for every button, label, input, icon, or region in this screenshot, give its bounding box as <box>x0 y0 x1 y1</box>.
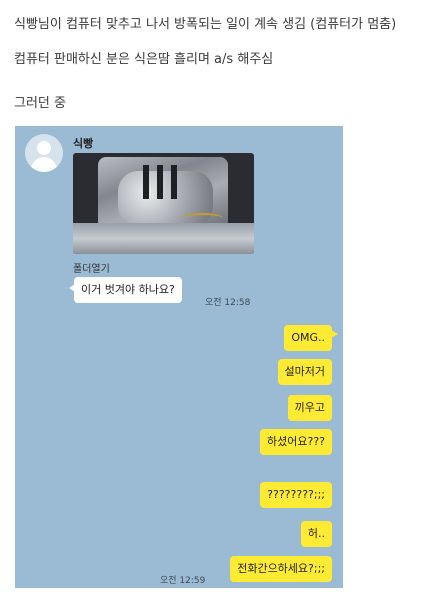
outgoing-message[interactable]: 하셨어요??? <box>260 429 332 455</box>
avatar-body <box>31 157 57 172</box>
incoming-timestamp: 오전 12:58 <box>205 298 251 308</box>
photo-attachment[interactable] <box>73 153 254 254</box>
outgoing-message[interactable]: 허.. <box>300 521 332 547</box>
photo-slot <box>157 165 163 199</box>
open-folder-link[interactable]: 폴더열기 <box>73 260 110 275</box>
outgoing-message[interactable]: 전화간으하세요?;;; <box>230 556 332 582</box>
photo-wire <box>183 213 223 223</box>
avatar[interactable] <box>25 134 63 172</box>
avatar-head <box>37 141 51 155</box>
caption-line-2: 컴퓨터 판매하신 분은 식은땀 흘리며 a/s 해주심 <box>14 52 274 67</box>
outgoing-message[interactable]: ????????;;; <box>260 482 332 508</box>
outgoing-timestamp: 오전 12:59 <box>160 576 206 586</box>
photo-bubble-wrap <box>73 223 254 254</box>
outgoing-message[interactable]: OMG.. <box>284 325 338 351</box>
photo-slot <box>143 165 149 199</box>
photo-slot <box>171 165 177 199</box>
incoming-message[interactable]: 이거 벗겨야 하나요? <box>69 277 182 303</box>
chat-screenshot: 식빵 폴더열기 이거 벗겨야 하나요? 오전 12:58 OMG.. 설마저거 … <box>15 126 343 588</box>
caption-line-3: 그러던 중 <box>14 96 66 111</box>
outgoing-message[interactable]: 끼우고 <box>287 395 332 421</box>
sender-name: 식빵 <box>73 137 94 150</box>
caption-line-1: 식빵님이 컴퓨터 맞추고 나서 방폭되는 일이 계속 생김 (컴퓨터가 멈춤) <box>14 17 397 32</box>
outgoing-message[interactable]: 설마저거 <box>277 359 332 385</box>
